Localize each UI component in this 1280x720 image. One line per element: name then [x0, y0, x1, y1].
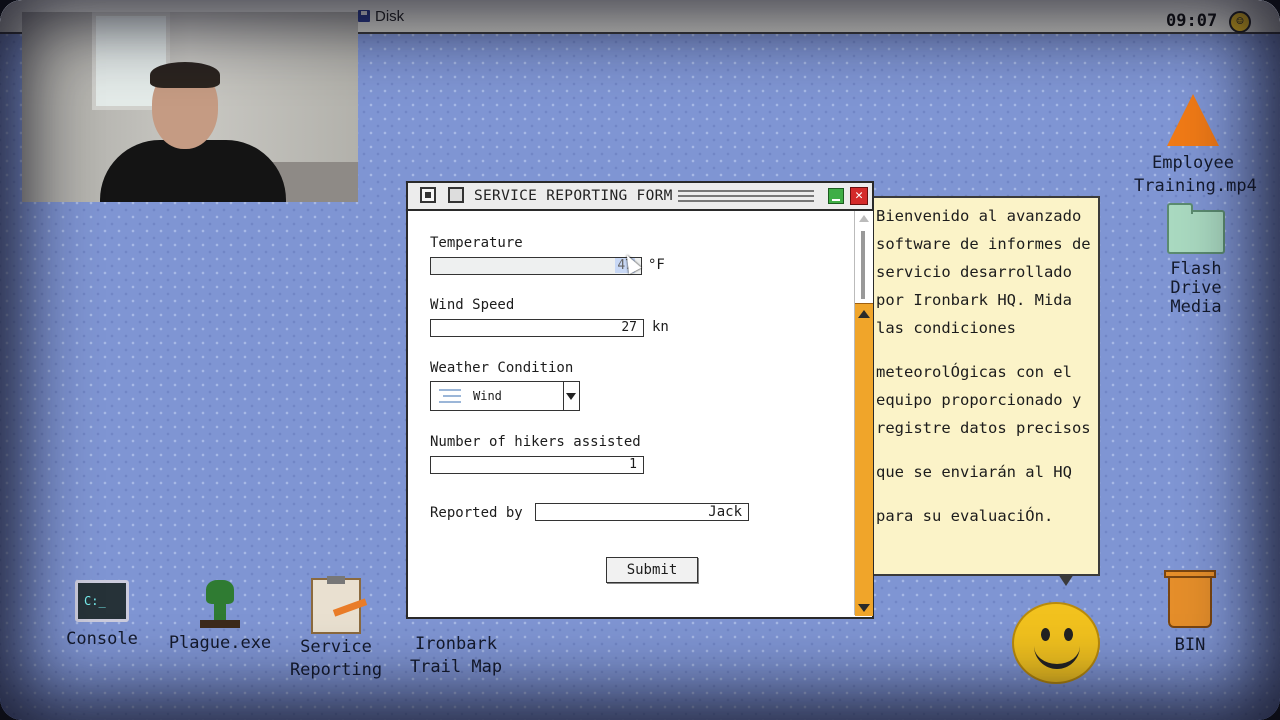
bin-label: BIN	[1174, 635, 1206, 655]
desktop-icon-trail-map[interactable]: Ironbark Trail Map	[404, 633, 508, 679]
weather-condition-value: Wind	[473, 389, 502, 403]
hikers-input[interactable]: 1	[430, 456, 644, 474]
scroll-up-arrow-icon[interactable]	[858, 310, 870, 318]
scroll-down-arrow-icon[interactable]	[858, 604, 870, 612]
trash-bin-icon	[1164, 570, 1216, 628]
hikers-label: Number of hikers assisted	[430, 434, 641, 450]
titlebar-drag-lines	[678, 190, 814, 202]
webcam-overlay	[22, 12, 358, 202]
smiley-icon[interactable]: ☺	[1229, 11, 1251, 33]
hikers-value: 1	[629, 457, 637, 472]
weather-condition-label: Weather Condition	[430, 360, 574, 376]
wind-icon	[439, 389, 461, 403]
traffic-cone-icon	[1167, 94, 1219, 146]
clipboard-icon	[311, 576, 361, 634]
webcam-person-body	[100, 140, 286, 202]
close-button[interactable]: ✕	[850, 187, 868, 205]
trail-map-label-2: Trail Map	[409, 657, 503, 677]
wind-speed-value: 27	[621, 320, 637, 335]
reported-by-value: Jack	[708, 504, 742, 520]
trail-map-label-1: Ironbark	[415, 634, 497, 654]
desktop-icon-flash-drive[interactable]: Flash Drive Media	[1140, 203, 1252, 317]
assistant-smiley-icon[interactable]	[1012, 602, 1100, 684]
wind-speed-unit: kn	[652, 319, 669, 335]
temperature-input[interactable]: 47	[430, 257, 642, 275]
desktop: Disk 09:07 ☺ C:_ Console Plague.exe Serv…	[0, 0, 1280, 720]
wind-speed-label: Wind Speed	[430, 297, 515, 313]
weather-condition-select[interactable]: Wind	[430, 381, 580, 411]
wind-speed-input[interactable]: 27	[430, 319, 644, 337]
terminal-icon: C:_	[75, 580, 129, 622]
service-reporting-window: SERVICE REPORTING FORM ✕ Temperature 47 …	[406, 181, 874, 619]
desktop-icon-plague[interactable]: Plague.exe	[162, 580, 278, 655]
floppy-disk-icon	[358, 10, 370, 22]
employee-training-label-2: Training.mp4	[1134, 176, 1257, 196]
reported-by-label: Reported by	[430, 505, 523, 521]
minimize-button[interactable]	[828, 188, 844, 204]
folder-icon	[1167, 203, 1225, 254]
bubble-text-1: Bienvenido al avanzado software de infor…	[876, 207, 1091, 337]
desktop-icon-employee-training[interactable]: Employee Training.mp4	[1134, 94, 1257, 198]
plague-label: Plague.exe	[168, 633, 272, 653]
flash-drive-label-1: Flash Drive	[1170, 259, 1222, 298]
console-label: Console	[66, 629, 138, 649]
window-zoom-button[interactable]	[448, 187, 464, 203]
bubble-tail	[1058, 574, 1074, 586]
assistant-speech-bubble: Bienvenido al avanzado software de infor…	[866, 196, 1100, 586]
scroll-up-arrow-top[interactable]	[859, 215, 869, 222]
disk-menu[interactable]: Disk	[358, 8, 404, 25]
window-menu-button[interactable]	[420, 187, 436, 203]
service-reporting-label-2: Reporting	[289, 660, 383, 680]
bubble-text-2: meteorolÓgicas con el equipo proporciona…	[876, 363, 1091, 437]
scroll-thumb[interactable]	[861, 231, 865, 299]
reported-by-input[interactable]: Jack	[535, 503, 749, 521]
chevron-down-icon[interactable]	[563, 382, 579, 410]
submit-button[interactable]: Submit	[606, 557, 698, 583]
desktop-icon-service-reporting[interactable]: Service Reporting	[282, 576, 390, 682]
desktop-icon-bin[interactable]: BIN	[1150, 570, 1230, 657]
employee-training-label-1: Employee	[1152, 153, 1234, 173]
service-reporting-label-1: Service	[300, 637, 372, 657]
scroll-track[interactable]	[855, 303, 873, 616]
webcam-person-hair	[150, 62, 220, 88]
window-titlebar[interactable]: SERVICE REPORTING FORM ✕	[408, 183, 872, 211]
temperature-label: Temperature	[430, 235, 523, 251]
bubble-text-3: que se enviarán al HQ	[876, 463, 1072, 481]
disk-label: Disk	[375, 8, 405, 25]
clock: 09:07	[1166, 11, 1218, 31]
window-title: SERVICE REPORTING FORM	[474, 188, 673, 204]
bubble-text-4: para su evaluaciÓn.	[876, 507, 1054, 525]
temperature-unit: °F	[648, 257, 665, 273]
desktop-icon-console[interactable]: C:_ Console	[62, 580, 142, 651]
scrollbar[interactable]	[854, 211, 873, 616]
flash-drive-label-2: Media	[1170, 297, 1222, 317]
tree-icon	[200, 580, 240, 628]
